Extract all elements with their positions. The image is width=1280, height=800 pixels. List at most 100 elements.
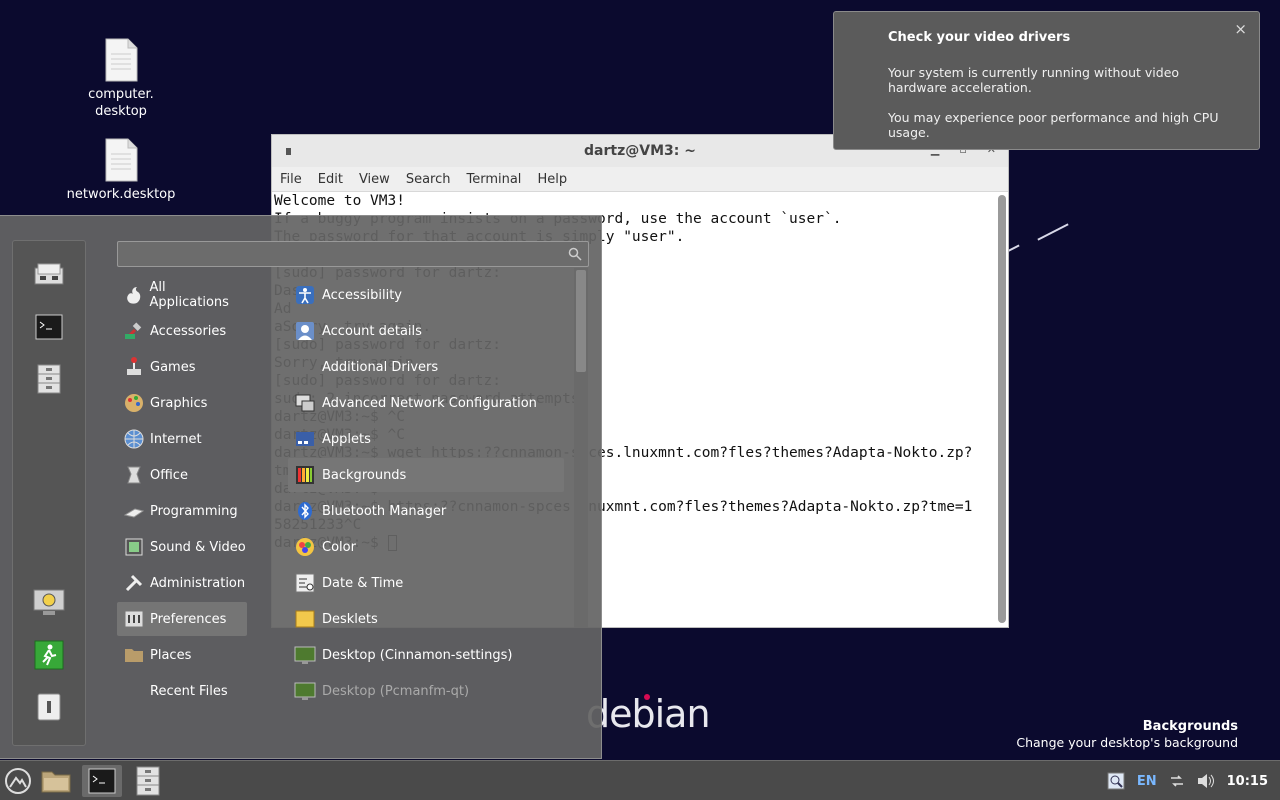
app-item-label: Desklets [322,611,378,627]
accessories-icon [123,320,145,342]
lock-screen-icon [33,589,65,615]
keyboard-layout[interactable]: EN [1137,774,1157,789]
preferences-icon [123,608,145,630]
favorite-terminal[interactable] [33,311,65,343]
menu-search-box[interactable] [117,241,589,267]
app-item-applets[interactable]: Applets [288,422,564,456]
category-places[interactable]: Places [117,638,247,672]
app-item-advanced-network-configuration[interactable]: Advanced Network Configuration [288,386,564,420]
app-item-label: Color [322,539,356,555]
app-item-additional-drivers[interactable]: Additional Drivers [288,350,564,384]
app-item-date-time[interactable]: Date & Time [288,566,564,600]
app-item-label: Accessibility [322,287,402,303]
shutdown-button[interactable] [33,691,65,723]
terminal-icon [88,768,116,794]
sound-video-icon [123,536,145,558]
close-icon[interactable]: × [1234,20,1247,38]
cinnamon-menu-icon [5,768,31,794]
desklets-icon [294,608,316,630]
desktop-icon [294,644,316,666]
places-icon [123,644,145,666]
volume-icon[interactable] [1197,773,1215,789]
category-label: Games [150,359,196,375]
favorites-panel [12,240,86,746]
category-graphics[interactable]: Graphics [117,386,247,420]
menu-help[interactable]: Help [537,172,567,187]
category-label: Sound & Video [150,539,246,555]
category-label: Places [150,647,192,663]
debian-logo-dot [644,694,650,700]
terminal-line: Welcome to VM3! [274,193,405,209]
taskbar-launcher-files[interactable] [40,765,72,797]
app-description-title: Backgrounds [1142,719,1238,734]
lock-screen-button[interactable] [33,587,65,619]
desktop-icon-network[interactable]: network.desktop [66,138,176,203]
app-item-desktop-cinnamon-settings[interactable]: Desktop (Cinnamon-settings) [288,638,564,672]
terminal-scrollbar[interactable] [998,195,1006,623]
search-tray-icon[interactable] [1107,772,1125,790]
office-icon [123,464,145,486]
desktop-icon-label: network.desktop [66,187,176,202]
terminal-menubar: File Edit View Search Terminal Help [272,167,1008,192]
category-games[interactable]: Games [117,350,247,384]
category-label: Recent Files [150,683,228,699]
taskbar-terminal-window[interactable] [82,765,122,797]
category-administration[interactable]: Administration [117,566,247,600]
applets-icon [294,428,316,450]
category-all-applications[interactable]: All Applications [117,278,247,312]
scrollbar-thumb[interactable] [576,270,586,372]
category-preferences[interactable]: Preferences [117,602,247,636]
administration-icon [123,572,145,594]
folder-icon [41,771,71,793]
desktop-icon-computer[interactable]: computer. desktop [66,38,176,120]
color-icon [294,536,316,558]
system-tray: EN 10:15 [1107,772,1268,790]
app-item-accessibility[interactable]: Accessibility [288,278,564,312]
category-programming[interactable]: Programming [117,494,247,528]
app-item-color[interactable]: Color [288,530,564,564]
games-icon [123,356,145,378]
menu-terminal[interactable]: Terminal [466,172,521,187]
menu-view[interactable]: View [359,172,390,187]
app-item-backgrounds[interactable]: Backgrounds [288,458,564,492]
programming-icon [123,500,145,522]
menu-search[interactable]: Search [406,172,451,187]
terminal-icon [35,314,63,340]
notification-text: Your system is currently running without… [888,65,1180,95]
apps-scrollbar[interactable] [574,268,588,628]
category-label: Preferences [150,611,227,627]
network-icon[interactable] [1169,773,1185,789]
notification-title: Check your video drivers [888,30,1071,45]
app-item-label: Desktop (Cinnamon-settings) [322,647,513,663]
backgrounds-icon [294,464,316,486]
app-item-desklets[interactable]: Desklets [288,602,564,636]
app-item-label: Desktop (Pcmanfm-qt) [322,683,470,699]
app-item-bluetooth-manager[interactable]: Bluetooth Manager [288,494,564,528]
logout-icon [34,640,64,670]
category-internet[interactable]: Internet [117,422,247,456]
app-item-desktop-pcmanfm-qt[interactable]: Desktop (Pcmanfm-qt) [288,674,564,708]
logout-button[interactable] [33,639,65,671]
menu-file[interactable]: File [280,172,302,187]
desktop-icon [294,680,316,702]
search-input[interactable] [118,242,588,266]
menu-button[interactable] [2,765,34,797]
notification-popup[interactable]: × Check your video drivers Your system i… [833,11,1260,150]
drivers-icon [294,356,316,378]
clock[interactable]: 10:15 [1227,774,1268,789]
network-config-icon [294,392,316,414]
category-label: Programming [150,503,238,519]
app-item-account-details[interactable]: Account details [288,314,564,348]
favorite-files[interactable] [33,363,65,395]
category-sound-video[interactable]: Sound & Video [117,530,247,564]
taskbar-launcher-cabinet[interactable] [132,765,164,797]
app-item-label: Backgrounds [322,467,407,483]
blank-icon [123,680,145,702]
menu-edit[interactable]: Edit [318,172,343,187]
category-office[interactable]: Office [117,458,247,492]
category-recent-files[interactable]: Recent Files [117,674,247,708]
app-item-label: Applets [322,431,371,447]
favorite-file-manager[interactable] [33,259,65,291]
category-accessories[interactable]: Accessories [117,314,247,348]
all-apps-icon [123,284,145,306]
